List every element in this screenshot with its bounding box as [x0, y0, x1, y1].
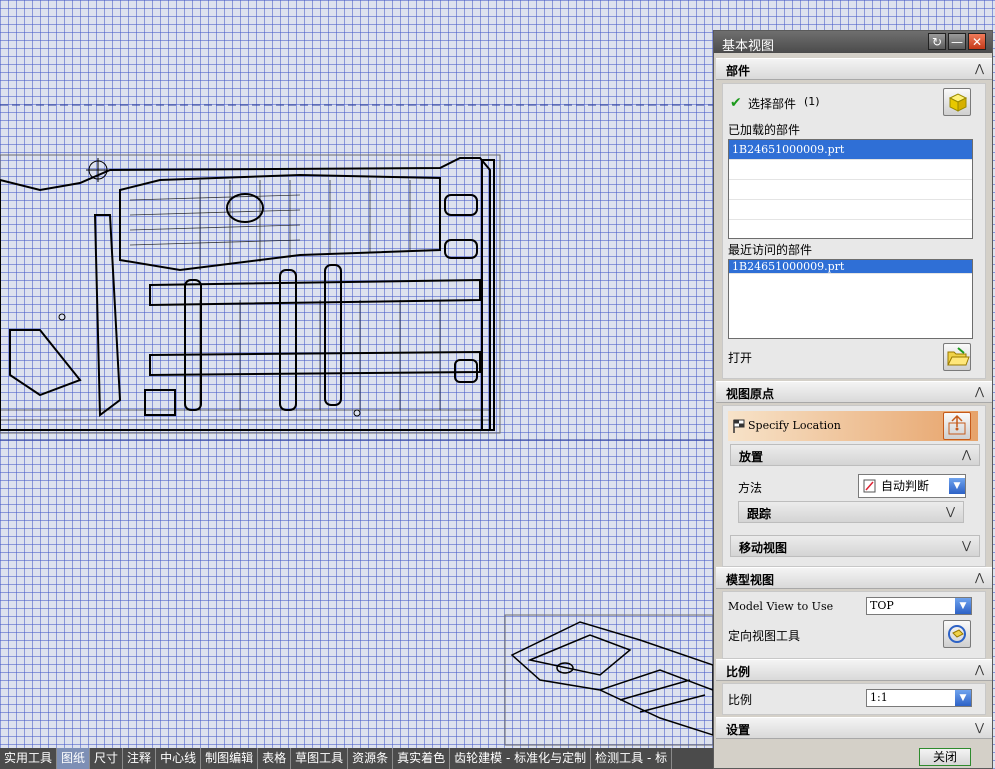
- section-scale-label: 比例: [726, 665, 751, 679]
- select-part-label: 选择部件: [748, 97, 797, 111]
- track-header[interactable]: 跟踪 ⋁: [738, 501, 964, 523]
- reset-button[interactable]: ↻: [928, 33, 946, 50]
- drawing-geometry: [0, 104, 713, 746]
- section-settings-header[interactable]: 设置 ⋁: [716, 717, 992, 739]
- close-icon[interactable]: ✕: [968, 33, 986, 50]
- chevron-up-icon[interactable]: ⋀: [975, 385, 984, 398]
- track-label: 跟踪: [747, 507, 772, 521]
- check-icon: ✔: [730, 95, 742, 111]
- chevron-down-icon[interactable]: ▼: [949, 478, 965, 494]
- point-icon: [948, 414, 966, 435]
- select-part-button[interactable]: [943, 88, 971, 116]
- method-select[interactable]: 自动判断 ▼: [858, 474, 966, 498]
- model-view-to-use-label: Model View to Use: [728, 600, 834, 613]
- chevron-down-icon[interactable]: ▼: [955, 598, 971, 614]
- dialog-title: 基本视图: [722, 39, 775, 54]
- model-view-select[interactable]: TOP ▼: [866, 597, 972, 615]
- scale-label: 比例: [728, 693, 753, 707]
- move-view-label: 移动视图: [739, 541, 788, 555]
- tab-annotation[interactable]: 注释: [123, 748, 157, 769]
- loaded-parts-label: 已加载的部件: [728, 123, 801, 137]
- chevron-down-icon[interactable]: ⋁: [946, 505, 955, 518]
- section-model-view-header[interactable]: 模型视图 ⋀: [716, 567, 992, 589]
- infer-icon: [863, 479, 876, 493]
- method-value: 自动判断: [881, 479, 930, 493]
- section-model-view-label: 模型视图: [726, 573, 775, 587]
- loaded-part-item[interactable]: [729, 160, 972, 180]
- tab-dimension[interactable]: 尺寸: [90, 748, 124, 769]
- chevron-up-icon[interactable]: ⋀: [962, 448, 971, 461]
- tab-true-shading[interactable]: 真实着色: [393, 748, 451, 769]
- orient-view-tool-label: 定向视图工具: [728, 629, 801, 643]
- section-part-label: 部件: [726, 64, 751, 78]
- chevron-down-icon[interactable]: ⋁: [975, 721, 984, 734]
- tab-table[interactable]: 表格: [258, 748, 292, 769]
- scale-select[interactable]: 1:1 ▼: [866, 689, 972, 707]
- tab-utilities[interactable]: 实用工具: [0, 748, 58, 769]
- tab-centerline[interactable]: 中心线: [156, 748, 202, 769]
- section-scale-header[interactable]: 比例 ⋀: [716, 659, 992, 681]
- section-view-origin-label: 视图原点: [726, 387, 775, 401]
- model-view-value: TOP: [870, 599, 894, 612]
- chevron-up-icon[interactable]: ⋀: [975, 571, 984, 584]
- open-button[interactable]: [943, 343, 971, 371]
- chevron-down-icon[interactable]: ▼: [955, 690, 971, 706]
- loaded-part-item[interactable]: 1B24651000009.prt: [729, 140, 972, 160]
- method-label: 方法: [738, 481, 763, 495]
- tab-drafting-edit[interactable]: 制图编辑: [201, 748, 259, 769]
- specify-location-button[interactable]: [943, 412, 971, 440]
- chevron-up-icon[interactable]: ⋀: [975, 62, 984, 75]
- recent-part-item[interactable]: 1B24651000009.prt: [729, 260, 972, 274]
- move-view-header[interactable]: 移动视图 ⋁: [730, 535, 980, 557]
- loaded-part-item[interactable]: [729, 180, 972, 200]
- orient-view-tool-button[interactable]: [943, 620, 971, 648]
- specify-location-row[interactable]: Specify Location: [728, 411, 978, 441]
- tab-inspection-tools[interactable]: 检测工具 - 标: [591, 748, 673, 769]
- loaded-parts-list[interactable]: 1B24651000009.prt: [728, 139, 973, 239]
- chevron-up-icon[interactable]: ⋀: [975, 663, 984, 676]
- section-settings-label: 设置: [726, 723, 751, 737]
- select-part-count: (1): [804, 95, 820, 108]
- dialog-title-bar[interactable]: 基本视图 ↻ — ✕: [714, 31, 992, 54]
- section-part-header[interactable]: 部件 ⋀: [716, 58, 992, 80]
- close-button[interactable]: 关闭: [919, 748, 971, 766]
- tab-gear-modeling[interactable]: 齿轮建模 - 标准化与定制: [450, 748, 592, 769]
- placement-header[interactable]: 放置 ⋀: [730, 444, 980, 466]
- tab-drawing[interactable]: 图纸: [57, 748, 91, 769]
- recent-parts-label: 最近访问的部件: [728, 243, 813, 257]
- orient-view-icon: [948, 625, 966, 643]
- scale-value: 1:1: [870, 691, 888, 704]
- flag-icon: [733, 419, 745, 433]
- section-view-origin-header[interactable]: 视图原点 ⋀: [716, 381, 992, 403]
- specify-location-label: Specify Location: [748, 419, 841, 432]
- cube-icon: [948, 93, 968, 112]
- open-label: 打开: [728, 351, 753, 365]
- tab-sketch-tools[interactable]: 草图工具: [291, 748, 349, 769]
- minimize-button[interactable]: —: [948, 33, 966, 50]
- placement-label: 放置: [739, 450, 764, 464]
- tab-resource-bar[interactable]: 资源条: [348, 748, 394, 769]
- chevron-down-icon[interactable]: ⋁: [962, 539, 971, 552]
- recent-parts-list[interactable]: 1B24651000009.prt: [728, 259, 973, 339]
- loaded-part-item[interactable]: [729, 200, 972, 220]
- folder-icon: [947, 347, 970, 366]
- base-view-dialog: 基本视图 ↻ — ✕ 部件 ⋀ ✔ 选择部件 (1) 已加载的部件 1B2465…: [713, 30, 993, 769]
- bottom-toolbar: 实用工具 图纸 尺寸 注释 中心线 制图编辑 表格 草图工具 资源条 真实着色 齿轮建模 - 标准化…: [0, 748, 713, 769]
